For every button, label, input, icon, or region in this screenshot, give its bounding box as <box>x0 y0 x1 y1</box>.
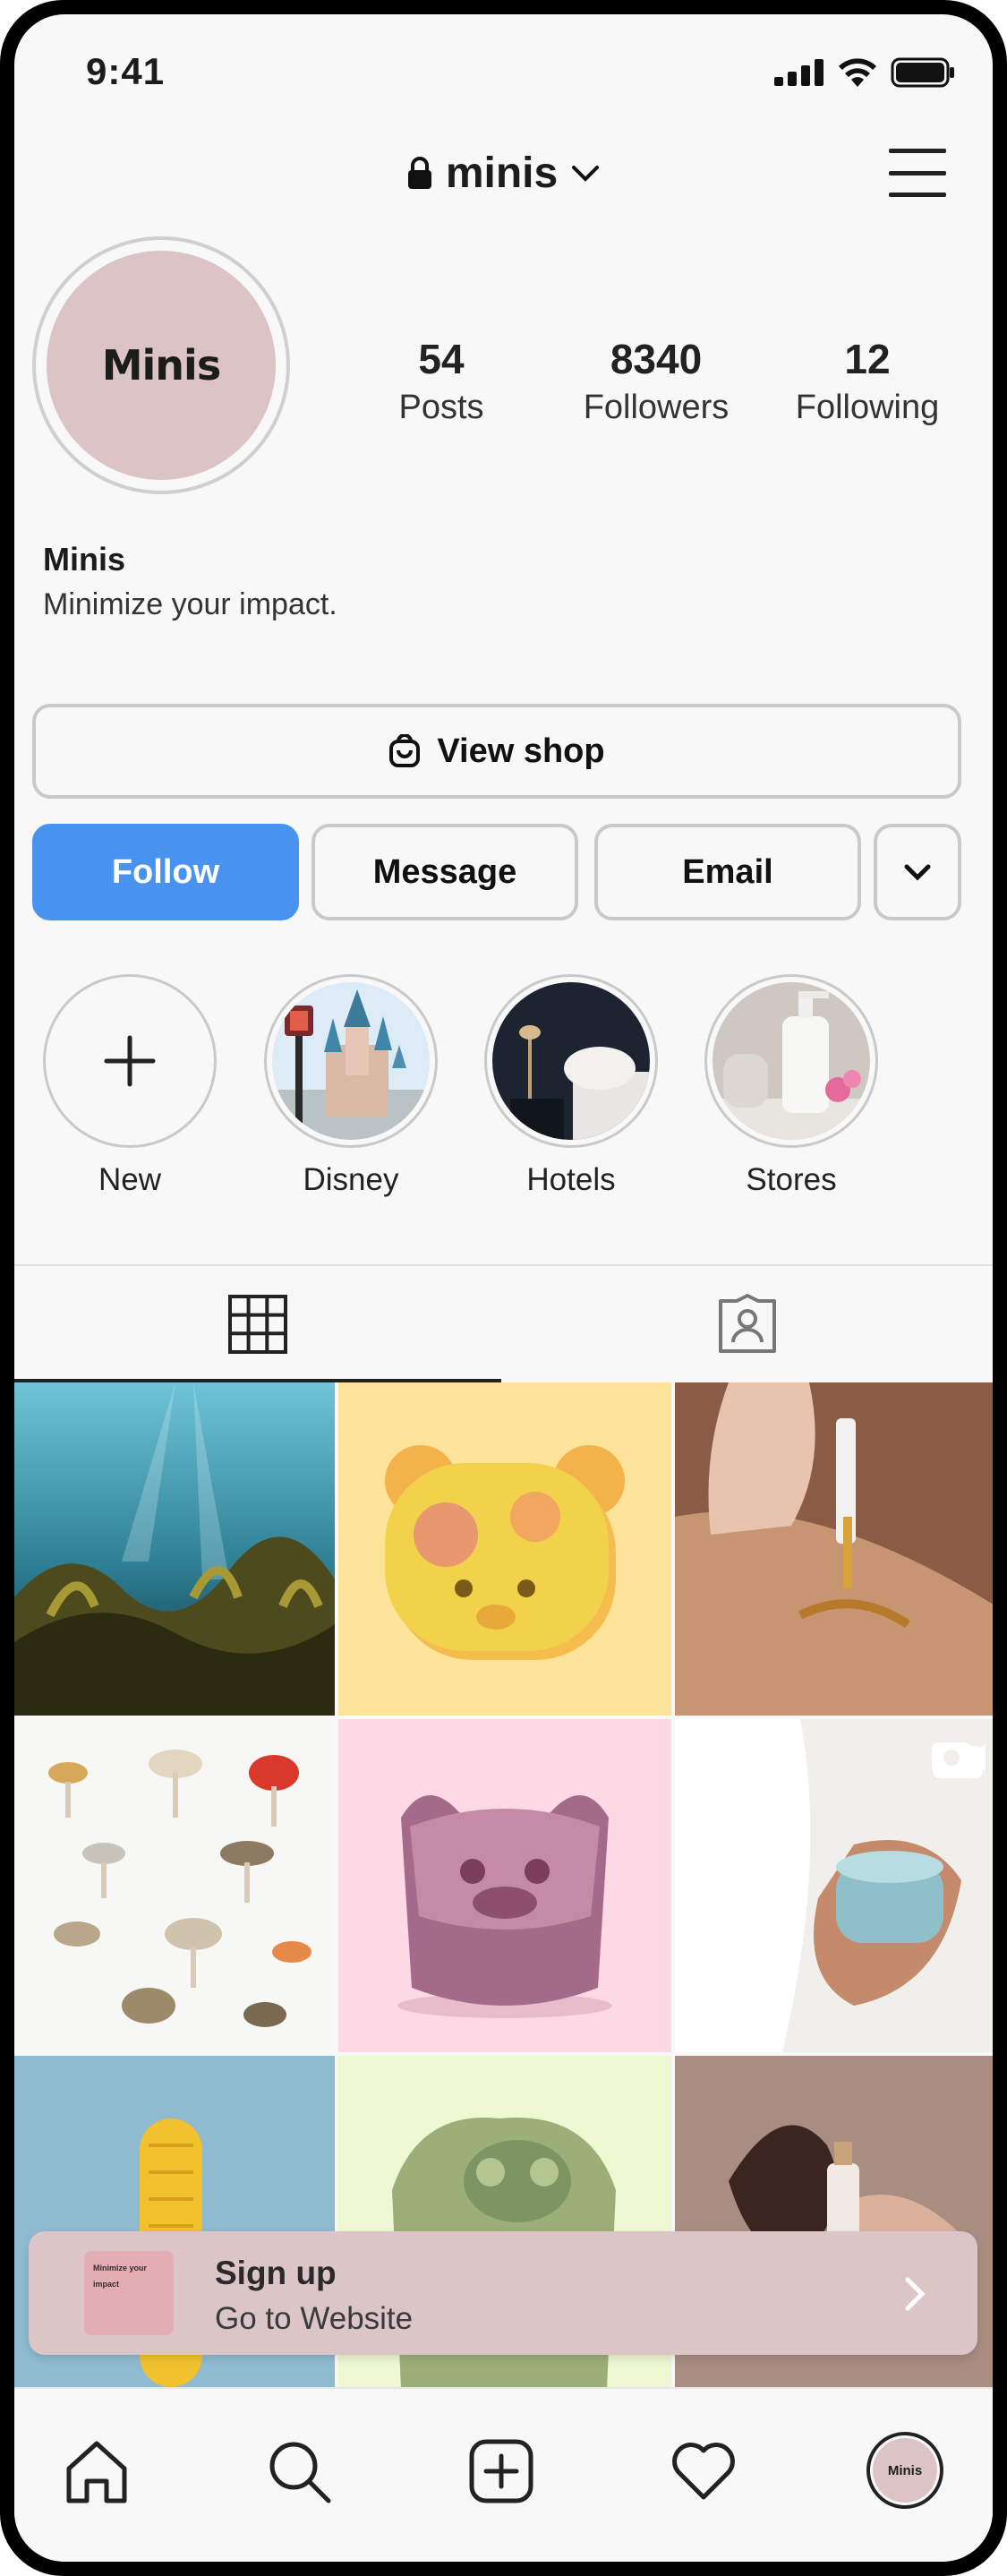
highlight-hotels[interactable]: Hotels <box>484 974 658 1198</box>
more-options-button[interactable] <box>874 824 961 920</box>
heart-icon <box>672 2443 735 2500</box>
banner-subtitle: Go to Website <box>215 2301 414 2336</box>
disney-castle-thumbnail <box>272 982 430 1140</box>
message-button[interactable]: Message <box>311 824 578 920</box>
profile-username: minis <box>445 150 559 197</box>
stat-following-label: Following <box>795 389 940 426</box>
signal-icon <box>774 59 824 86</box>
stat-following[interactable]: 12 Following <box>769 335 966 427</box>
wifi-icon <box>839 58 876 87</box>
screen: 9:41 minis Minis 54 Posts 8340 Followers… <box>14 14 993 2562</box>
post-thumbnail-pink-figurine[interactable] <box>338 1719 671 2052</box>
banner-title: Sign up <box>215 2255 337 2291</box>
search-icon <box>269 2442 331 2503</box>
status-icons <box>774 57 955 88</box>
highlight-ring <box>704 974 878 1148</box>
profile-bio: Minimize your impact. <box>43 587 337 621</box>
plus-icon <box>104 1035 156 1087</box>
post-thumbnail-serum-dropper[interactable] <box>675 1382 993 1716</box>
highlight-disney[interactable]: Disney <box>264 974 438 1198</box>
email-label: Email <box>682 852 773 891</box>
chevron-right-icon <box>905 2277 926 2311</box>
store-products-thumbnail <box>713 982 870 1140</box>
add-post-icon <box>469 2439 533 2503</box>
highlight-label: Disney <box>303 1162 399 1197</box>
home-icon <box>66 2441 127 2503</box>
tab-tagged[interactable] <box>501 1266 993 1382</box>
stat-followers-label: Followers <box>583 389 730 426</box>
stat-posts-value: 54 <box>418 336 465 382</box>
profile-avatar[interactable]: Minis <box>32 236 290 494</box>
lock-icon <box>407 156 431 189</box>
email-button[interactable]: Email <box>594 824 861 920</box>
stat-posts[interactable]: 54 Posts <box>343 335 540 427</box>
follow-label: Follow <box>111 852 220 891</box>
banner-thumbnail: Minimize your impact <box>84 2251 174 2335</box>
follow-button[interactable]: Follow <box>32 824 299 920</box>
highlight-new[interactable]: New <box>43 974 217 1198</box>
battery-icon <box>891 57 954 88</box>
new-highlight-circle <box>43 974 217 1148</box>
phone-frame: 9:41 minis Minis 54 Posts 8340 Followers… <box>0 0 1007 2576</box>
view-shop-label: View shop <box>437 732 605 770</box>
account-switcher[interactable]: minis <box>14 149 993 198</box>
nav-create[interactable] <box>465 2435 537 2507</box>
post-thumbnail-yellow-figurine[interactable] <box>338 1382 671 1716</box>
tab-posts-grid[interactable] <box>14 1266 501 1382</box>
chevron-down-icon <box>572 165 600 182</box>
video-camera-icon <box>932 1742 986 1773</box>
shopping-bag-icon <box>389 734 421 767</box>
profile-tab-bar <box>14 1264 993 1381</box>
tagged-person-icon <box>718 1294 776 1353</box>
stat-following-value: 12 <box>844 336 891 382</box>
profile-name: Minis <box>43 541 126 578</box>
nav-home[interactable] <box>61 2435 132 2507</box>
avatar-logo: Minis <box>47 251 276 480</box>
status-time: 9:41 <box>86 50 166 92</box>
highlight-label: Stores <box>746 1162 837 1197</box>
post-thumbnail-underwater-kelp[interactable] <box>14 1382 335 1716</box>
profile-avatar-icon: Minis <box>866 2432 943 2509</box>
nav-activity[interactable] <box>668 2435 739 2507</box>
stat-posts-label: Posts <box>398 389 484 426</box>
stat-followers[interactable]: 8340 Followers <box>558 335 755 427</box>
bottom-navigation: Minis <box>14 2387 993 2562</box>
message-label: Message <box>372 852 517 891</box>
nav-avatar-text: Minis <box>873 2438 937 2503</box>
sign-up-banner[interactable]: Minimize your impact Sign up Go to Websi… <box>29 2231 977 2355</box>
stat-followers-value: 8340 <box>610 336 703 382</box>
highlight-label: Hotels <box>526 1162 616 1197</box>
nav-search[interactable] <box>263 2435 335 2507</box>
view-shop-button[interactable]: View shop <box>32 704 961 799</box>
highlight-stores[interactable]: Stores <box>704 974 878 1198</box>
post-thumbnail-hand-cream-jar[interactable] <box>675 1719 993 2052</box>
post-thumbnail-mushrooms[interactable] <box>14 1719 335 2052</box>
highlight-label: New <box>98 1162 162 1197</box>
hotel-room-thumbnail <box>492 982 650 1140</box>
hamburger-menu-icon[interactable] <box>889 149 946 197</box>
highlight-ring <box>264 974 438 1148</box>
grid-icon <box>228 1295 287 1354</box>
chevron-down-icon <box>904 864 931 881</box>
nav-profile[interactable]: Minis <box>865 2430 945 2511</box>
highlight-ring <box>484 974 658 1148</box>
